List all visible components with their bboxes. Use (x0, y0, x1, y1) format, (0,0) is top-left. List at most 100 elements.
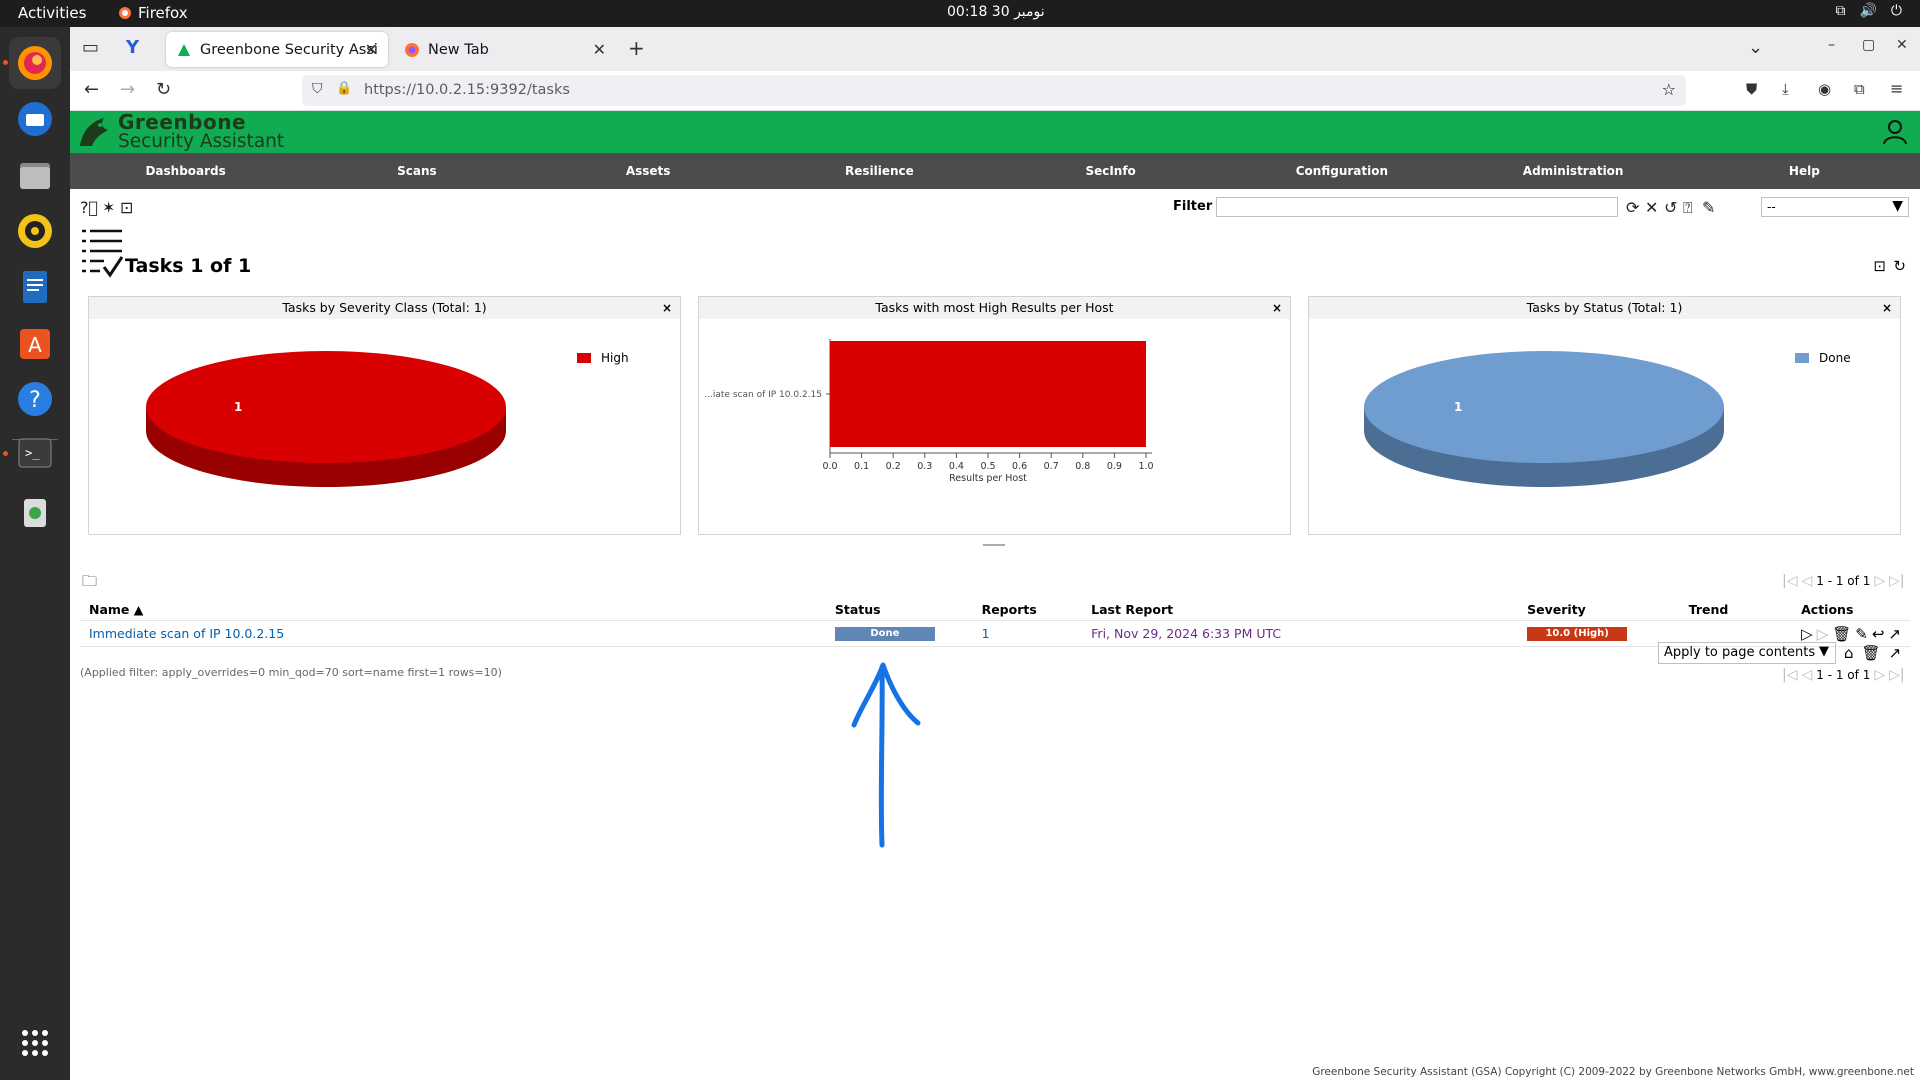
last-page-icon[interactable]: ▷| (1889, 573, 1904, 589)
clone-icon[interactable]: ↩ (1872, 625, 1885, 643)
export-icon[interactable]: ↗ (1889, 644, 1902, 662)
column-header-status[interactable]: Status (825, 599, 973, 621)
table-header-row: Name ▲ Status Reports Last Report Severi… (80, 599, 1910, 621)
folder-icon[interactable]: 🗀 (82, 571, 97, 596)
add-dashboard-icon[interactable]: ⊡ (1873, 257, 1886, 275)
lock-icon[interactable]: 🔒 (336, 81, 352, 96)
last-report-link[interactable]: Fri, Nov 29, 2024 6:33 PM UTC (1091, 626, 1281, 641)
bookmark-star-icon[interactable]: ☆ (1662, 80, 1676, 99)
column-header-last-report[interactable]: Last Report (1082, 599, 1519, 621)
tag-icon[interactable]: ⌂ (1844, 644, 1854, 662)
trash-icon[interactable]: 🗑 (1862, 644, 1881, 662)
help-icon[interactable]: ?⃝ (80, 198, 98, 217)
close-icon[interactable]: × (1272, 297, 1282, 319)
activities-button[interactable]: Activities (18, 4, 86, 22)
dashboard-resize-handle[interactable] (983, 544, 1005, 546)
thunderbird-dock-icon[interactable] (9, 93, 61, 145)
trash-dock-icon[interactable] (9, 485, 61, 537)
minimize-icon[interactable]: – (1828, 37, 1835, 53)
severity-badge[interactable]: 10.0 (High) (1527, 626, 1628, 641)
user-icon[interactable] (1882, 119, 1908, 145)
pocket-icon[interactable]: ⛊ (1746, 80, 1757, 98)
last-page-icon[interactable]: ▷| (1889, 667, 1904, 683)
menu-resilience[interactable]: Resilience (764, 153, 995, 189)
menu-secinfo[interactable]: SecInfo (995, 153, 1226, 189)
first-page-icon[interactable]: |◁ (1782, 573, 1797, 589)
app-menu[interactable]: Firefox (118, 4, 188, 22)
software-dock-icon[interactable]: A (9, 317, 61, 369)
bar[interactable] (830, 341, 1146, 447)
new-task-icon[interactable]: ⊡ (120, 198, 133, 217)
menu-configuration[interactable]: Configuration (1226, 153, 1457, 189)
account-icon[interactable]: ◉ (1818, 80, 1831, 98)
edit-icon[interactable]: ✎ (1855, 625, 1868, 643)
gsa-logo[interactable]: Greenbone Security Assistant (76, 112, 284, 151)
previous-page-icon[interactable]: ◁ (1801, 667, 1812, 683)
clock[interactable]: 00:18 30 نومبر (947, 4, 1045, 20)
next-page-icon[interactable]: ▷ (1874, 667, 1885, 683)
filter-input[interactable] (1216, 197, 1618, 217)
system-tray[interactable]: ⧉ 🔊 ⏻ (1835, 3, 1902, 19)
gsa-header: Greenbone Security Assistant (70, 111, 1920, 153)
column-header-severity[interactable]: Severity (1518, 599, 1680, 621)
column-header-reports[interactable]: Reports (972, 599, 1083, 621)
files-dock-icon[interactable] (9, 149, 61, 201)
firefox-view-icon[interactable]: ▭ (82, 37, 99, 58)
menu-assets[interactable]: Assets (533, 153, 764, 189)
reset-filter-icon[interactable]: ↺ (1664, 198, 1677, 217)
downloads-icon[interactable]: ⤓ (1782, 80, 1789, 98)
pie-slice-done[interactable] (1364, 351, 1724, 463)
column-header-name[interactable]: Name ▲ (80, 599, 826, 621)
close-tab-icon[interactable]: ✕ (593, 40, 606, 59)
trash-icon[interactable]: 🗑 (1832, 625, 1851, 643)
tab-greenbone[interactable]: Greenbone Security Assi ✕ (166, 32, 388, 67)
maximize-icon[interactable]: ▢ (1862, 37, 1875, 53)
start-icon[interactable]: ▷ (1801, 625, 1813, 643)
rhythmbox-dock-icon[interactable] (9, 205, 61, 257)
close-window-icon[interactable]: ✕ (1896, 37, 1908, 53)
legend-label: High (601, 351, 629, 365)
status-badge[interactable]: Done (834, 626, 935, 641)
new-tab-icon[interactable]: + (628, 36, 645, 60)
url-text[interactable]: https://10.0.2.15:9392/tasks (364, 82, 570, 98)
shield-icon[interactable]: ⛉ (312, 81, 323, 97)
close-icon[interactable]: × (662, 297, 672, 319)
task-name-link[interactable]: Immediate scan of IP 10.0.2.15 (89, 626, 284, 641)
close-icon[interactable]: × (1882, 297, 1892, 319)
url-bar[interactable]: ⛉ 🔒 https://10.0.2.15:9392/tasks ☆ (302, 75, 1686, 106)
task-wizard-icon[interactable]: ✶ (102, 198, 115, 217)
bulk-action-select[interactable]: Apply to page contents ▼ (1658, 642, 1836, 664)
first-page-icon[interactable]: |◁ (1782, 667, 1797, 683)
close-tab-icon[interactable]: ✕ (365, 40, 378, 59)
bulk-select-value: Apply to page contents (1664, 645, 1816, 660)
reports-count-link[interactable]: 1 (982, 626, 990, 641)
forward-icon[interactable]: → (120, 79, 135, 100)
menu-help[interactable]: Help (1689, 153, 1920, 189)
export-icon[interactable]: ↗ (1888, 625, 1901, 643)
resume-icon[interactable]: ▷ (1817, 625, 1829, 643)
update-filter-icon[interactable]: ⟳ (1626, 198, 1639, 217)
show-apps-icon[interactable] (9, 1017, 61, 1069)
menu-administration[interactable]: Administration (1458, 153, 1689, 189)
edit-filter-icon[interactable]: ✎ (1702, 198, 1715, 217)
extension-tab-icon[interactable]: Y (126, 37, 139, 58)
extensions-icon[interactable]: ⧉ (1854, 80, 1865, 98)
reload-icon[interactable]: ↻ (156, 79, 171, 100)
help-dock-icon[interactable]: ? (9, 373, 61, 425)
menu-dashboards[interactable]: Dashboards (70, 153, 301, 189)
previous-page-icon[interactable]: ◁ (1801, 573, 1812, 589)
next-page-icon[interactable]: ▷ (1874, 573, 1885, 589)
menu-icon[interactable]: ≡ (1890, 79, 1903, 98)
tab-new-tab[interactable]: New Tab ✕ (394, 32, 616, 67)
filter-help-icon[interactable]: ⍰ (1683, 198, 1693, 218)
pie-slice-high[interactable] (146, 351, 506, 463)
menu-scans[interactable]: Scans (301, 153, 532, 189)
filter-select[interactable]: -- ▼ (1761, 197, 1909, 217)
writer-dock-icon[interactable] (9, 261, 61, 313)
back-icon[interactable]: ← (84, 79, 99, 100)
terminal-dock-icon[interactable]: >_ (9, 427, 61, 479)
firefox-dock-icon[interactable] (9, 37, 61, 89)
reset-dashboard-icon[interactable]: ↻ (1893, 257, 1906, 275)
remove-filter-icon[interactable]: ✕ (1645, 198, 1658, 217)
list-all-tabs-icon[interactable]: ⌄ (1748, 37, 1763, 58)
